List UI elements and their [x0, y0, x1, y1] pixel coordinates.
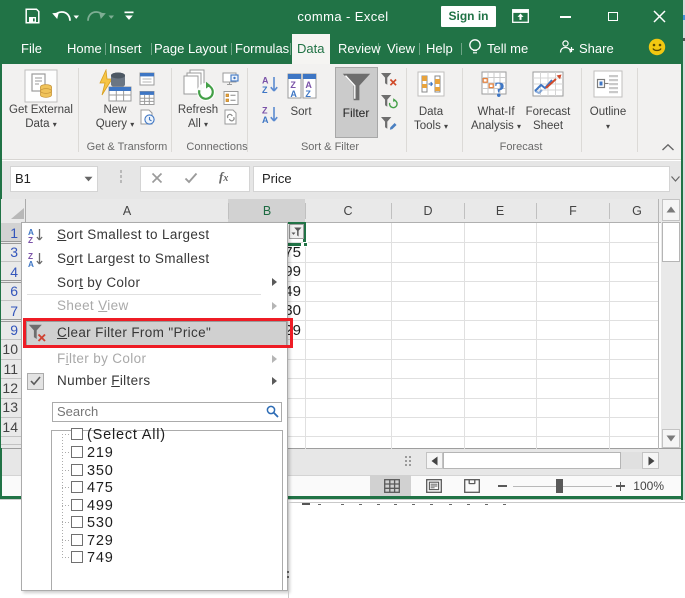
- svg-text:?: ?: [494, 77, 505, 99]
- svg-text:A: A: [290, 89, 297, 99]
- svg-text:Z: Z: [262, 85, 268, 95]
- svg-text:A: A: [262, 76, 269, 86]
- svg-text:A: A: [28, 260, 34, 267]
- svg-text:Z: Z: [28, 236, 33, 243]
- svg-text:Z: Z: [305, 89, 311, 99]
